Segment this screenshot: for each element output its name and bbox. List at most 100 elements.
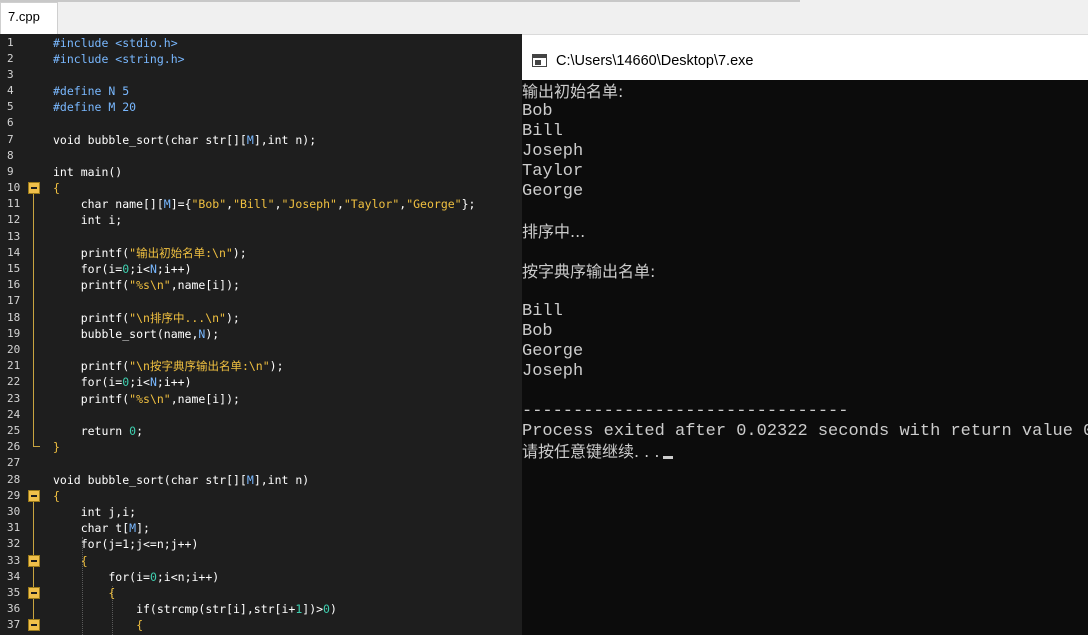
fold-collapse-icon[interactable] [28, 587, 40, 599]
code-line-7: void bubble_sort(char str[][M],int n); [53, 132, 316, 148]
line-number: 32 [7, 537, 21, 550]
code-token: ,name[i]); [170, 278, 240, 292]
editor-tab-bar: 7.cpp [0, 0, 1088, 35]
code-token: ) [329, 602, 337, 616]
terminal-icon [532, 54, 547, 67]
code-token: ]={ [170, 197, 192, 211]
code-token: ); [269, 359, 284, 373]
console-title-bar[interactable]: C:\Users\14660\Desktop\7.exe [522, 42, 1088, 80]
code-line-25: return 0; [53, 423, 143, 439]
code-string: "George" [406, 197, 462, 211]
fold-collapse-icon[interactable] [28, 555, 40, 567]
tab-7-cpp[interactable]: 7.cpp [0, 2, 58, 34]
code-token: printf( [53, 246, 130, 260]
line-number: 24 [7, 408, 21, 421]
console-line: Joseph [522, 142, 584, 161]
code-token: ; [136, 424, 144, 438]
code-token: return [53, 424, 130, 438]
line-number: 27 [7, 456, 21, 469]
code-line-30: int j,i; [53, 505, 137, 519]
code-line-28: void bubble_sort(char str[][M],int n) [53, 472, 309, 488]
code-string: "Bill" [233, 197, 275, 211]
code-line-12: int i; [53, 213, 123, 227]
code-token: ;i< [129, 375, 150, 389]
code-token: ); [232, 246, 247, 260]
code-line-37: { [53, 618, 144, 632]
code-string: "\n按字典序输出名单:\n" [129, 359, 270, 373]
code-line-1: #include <stdio.h> [53, 36, 178, 50]
code-line-14: printf("输出初始名单:\n"); [53, 245, 247, 261]
console-line: Taylor [522, 162, 584, 181]
code-number: 0 [323, 602, 330, 616]
line-number: 25 [7, 424, 21, 437]
code-token: M [246, 473, 254, 487]
fold-collapse-icon[interactable] [28, 619, 40, 631]
line-number: 18 [7, 311, 21, 324]
code-line-29: { [53, 489, 60, 503]
code-token: printf( [53, 311, 130, 325]
code-line-34: for(i=0;i<n;i++) [53, 569, 219, 585]
code-string: "%s\n" [129, 392, 171, 406]
line-number: 9 [7, 165, 14, 178]
code-token: ],int n) [253, 473, 310, 487]
fold-collapse-icon[interactable] [28, 490, 40, 502]
code-string: "输出初始名单:\n" [129, 246, 233, 260]
code-token: void bubble_sort(char str[][ [53, 133, 247, 147]
code-line-35: { [53, 586, 116, 600]
line-number: 14 [7, 246, 21, 259]
line-number: 15 [7, 262, 21, 275]
code-line-33: { [53, 554, 88, 568]
console-line: Joseph [522, 362, 584, 381]
line-number: 23 [7, 392, 21, 405]
code-token: printf( [53, 359, 130, 373]
code-line-11: char name[][M]={"Bob","Bill","Joseph","T… [53, 196, 476, 212]
code-line-4: #define N 5 [53, 84, 130, 98]
code-token: N [149, 262, 157, 276]
line-number: 17 [7, 294, 21, 307]
console-line: Bill [522, 302, 563, 321]
console-line: Bob [522, 322, 553, 341]
console-prompt-text: 请按任意键继续. . . [522, 442, 660, 461]
code-line-5: #define M 20 [53, 100, 137, 114]
code-string: "\n排序中...\n" [129, 311, 226, 325]
console-window[interactable]: C:\Users\14660\Desktop\7.exe 输出初始名单: Bob… [522, 42, 1088, 635]
fold-collapse-icon[interactable] [28, 182, 40, 194]
code-number: 0 [149, 570, 157, 584]
tab-bar-top-border [0, 0, 800, 2]
fold-range-end [33, 446, 40, 447]
code-editor[interactable]: 1 2 3 4 5 6 7 8 9 10 11 12 13 14 15 16 1… [0, 34, 522, 635]
code-token: ,name[i]); [170, 392, 240, 406]
code-token: ]; [136, 521, 150, 535]
code-token: void bubble_sort(char str[][ [53, 473, 247, 487]
line-number: 37 [7, 618, 21, 631]
text-cursor [663, 456, 674, 459]
line-number: 11 [7, 197, 21, 210]
line-number: 8 [7, 149, 14, 162]
fold-range-line [33, 502, 34, 555]
line-number: 1 [7, 36, 14, 49]
code-token: char name[][ [53, 197, 164, 211]
line-number: 19 [7, 327, 21, 340]
code-line-32: for(j=1;j<=n;j++) [53, 537, 199, 551]
fold-range-line [33, 194, 34, 446]
console-line: Bob [522, 102, 553, 121]
line-number: 2 [7, 52, 14, 65]
line-number: 3 [7, 68, 14, 81]
code-token: M [163, 197, 171, 211]
code-token: ],int n); [253, 133, 317, 147]
line-number: 21 [7, 359, 21, 372]
code-token: printf( [53, 392, 130, 406]
line-number: 6 [7, 116, 14, 129]
console-line: Bill [522, 122, 563, 141]
console-title: C:\Users\14660\Desktop\7.exe [556, 53, 754, 69]
code-line-31: char t[M]; [53, 520, 150, 536]
code-token: ;i<n;i++) [156, 570, 220, 584]
code-token: for(i= [53, 375, 123, 389]
line-number: 16 [7, 278, 21, 291]
code-line-16: printf("%s\n",name[i]); [53, 277, 240, 293]
console-line: Process exited after 0.02322 seconds wit… [522, 422, 1088, 441]
line-number: 26 [7, 440, 21, 453]
fold-range-line [33, 599, 34, 619]
code-line-21: printf("\n按字典序输出名单:\n"); [53, 358, 284, 374]
code-token: , [336, 197, 344, 211]
